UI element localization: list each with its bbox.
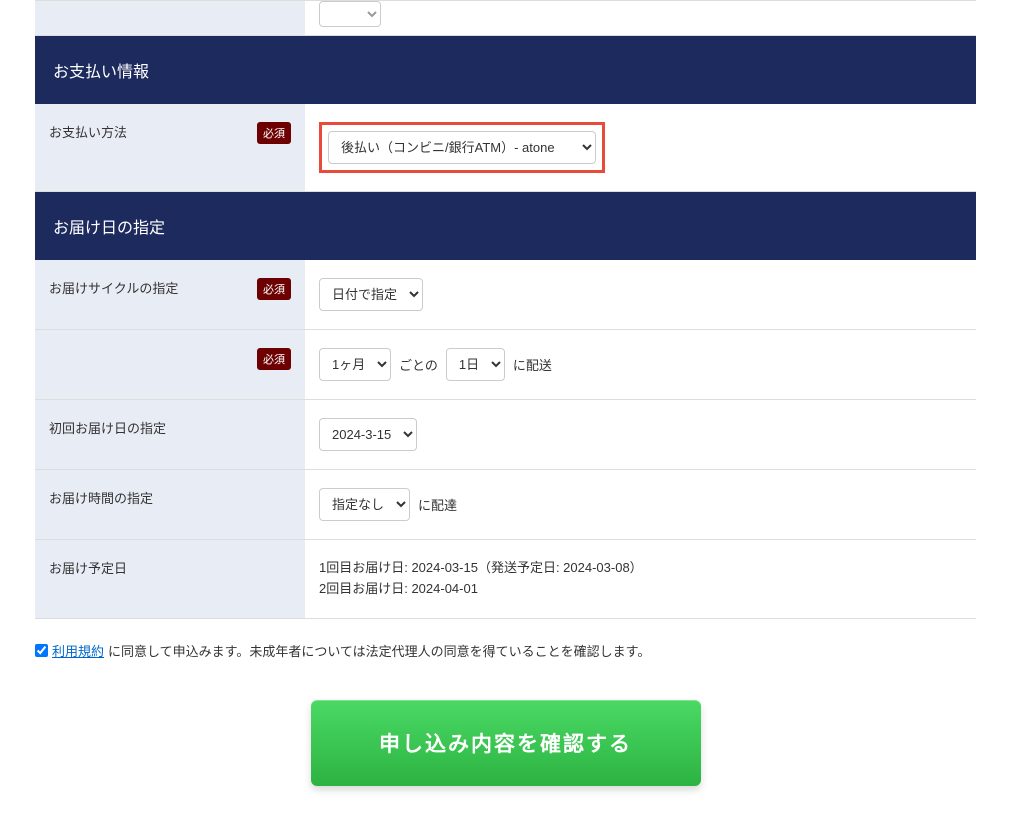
delivery-time-text: に配達 — [418, 495, 457, 514]
interval-day-select[interactable]: 1日 — [446, 348, 505, 381]
delivery-time-select[interactable]: 指定なし — [319, 488, 410, 521]
delivery-cycle-select[interactable]: 日付で指定 — [319, 278, 423, 311]
first-delivery-date-select[interactable]: 2024-3-15 — [319, 418, 417, 451]
first-delivery-date-label: 初回お届け日の指定 — [49, 418, 166, 437]
delivery-time-label: お届け時間の指定 — [49, 488, 153, 507]
interval-text-1: ごとの — [399, 355, 438, 374]
confirm-submit-button[interactable]: 申し込み内容を確認する — [311, 700, 701, 786]
interval-months-select[interactable]: 1ヶ月 — [319, 348, 391, 381]
payment-section-header: お支払い情報 — [35, 36, 976, 104]
payment-method-select[interactable]: 後払い（コンビニ/銀行ATM）- atone — [328, 131, 596, 164]
required-badge: 必須 — [257, 278, 291, 300]
payment-method-label: お支払い方法 — [49, 122, 127, 141]
terms-agree-checkbox[interactable] — [35, 644, 48, 657]
delivery-schedule-label: お届け予定日 — [49, 558, 127, 577]
required-badge: 必須 — [257, 122, 291, 144]
agreement-text: に同意して申込みます。未成年者については法定代理人の同意を得ていることを確認しま… — [108, 641, 650, 660]
payment-method-highlight: 後払い（コンビニ/銀行ATM）- atone — [319, 122, 605, 173]
delivery-schedule-line-1: 1回目お届け日: 2024-03-15（発送予定日: 2024-03-08） — [319, 558, 643, 579]
delivery-section-header: お届け日の指定 — [35, 192, 976, 260]
partial-top-select[interactable] — [319, 1, 381, 27]
required-badge: 必須 — [257, 348, 291, 370]
terms-link[interactable]: 利用規約 — [52, 641, 104, 660]
delivery-schedule-line-2: 2回目お届け日: 2024-04-01 — [319, 579, 643, 600]
delivery-cycle-label: お届けサイクルの指定 — [49, 278, 178, 297]
interval-text-2: に配送 — [513, 355, 552, 374]
